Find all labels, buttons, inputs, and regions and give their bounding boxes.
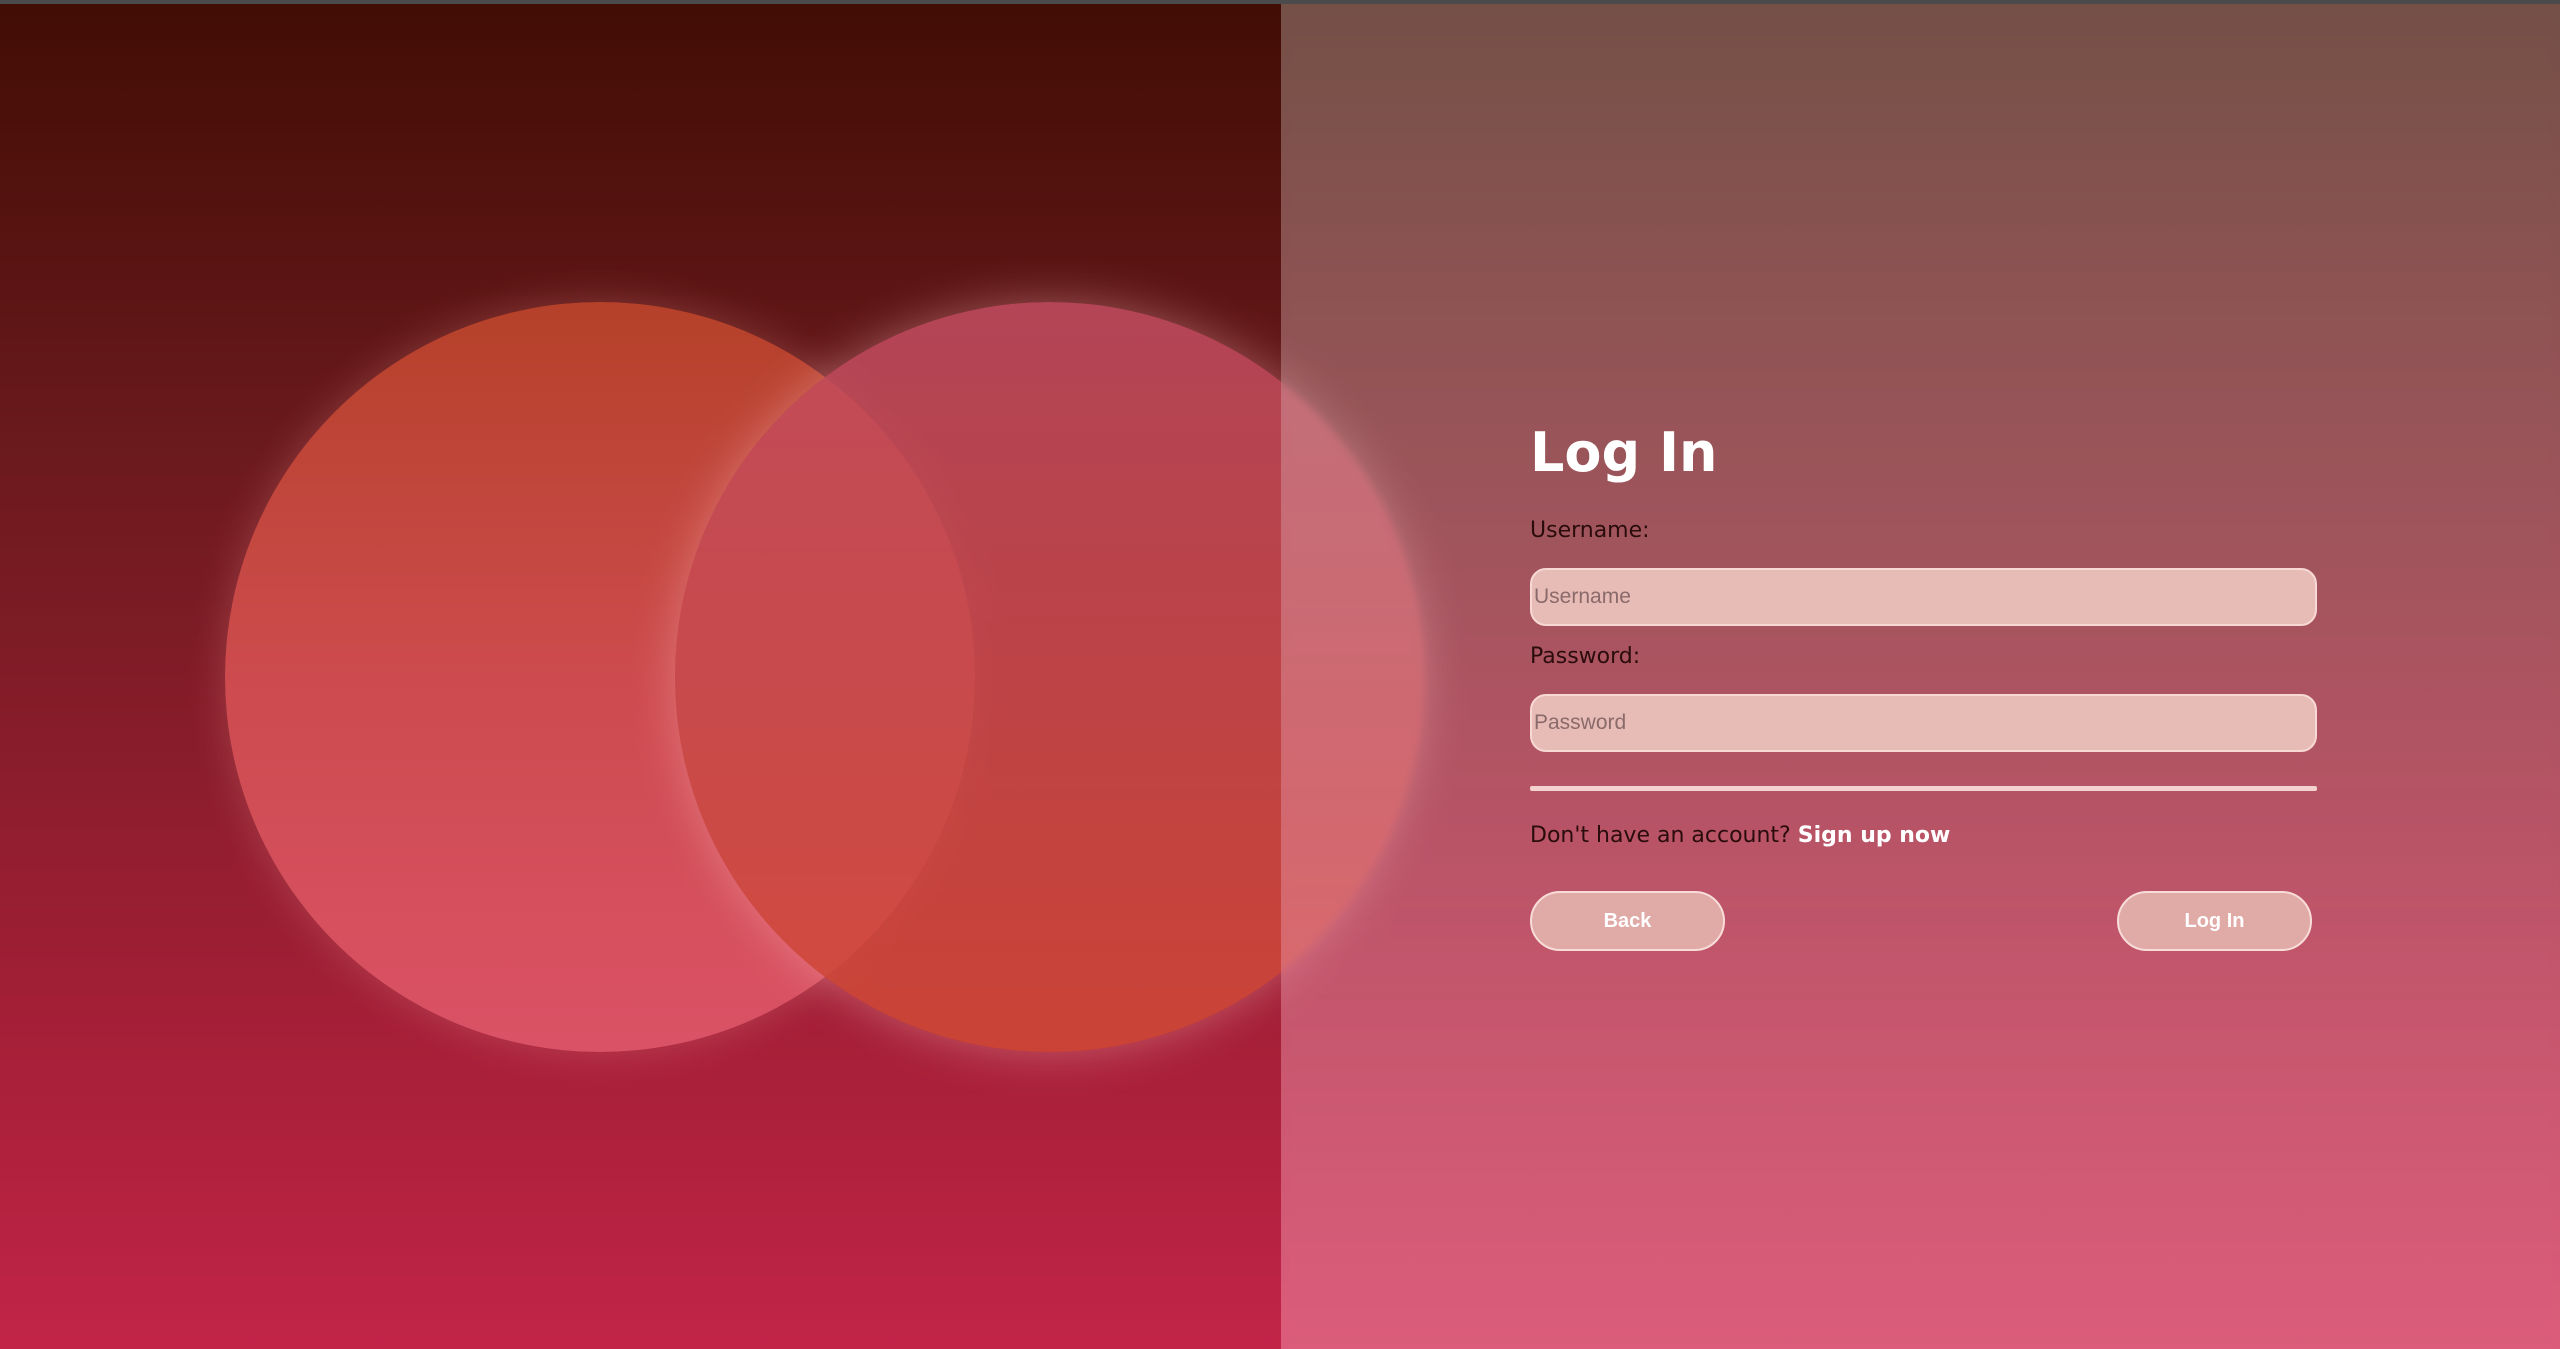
signup-prompt: Don't have an account? (1530, 823, 1791, 848)
page-title: Log In (1530, 421, 1718, 484)
window-top-border (0, 0, 2560, 4)
signup-row: Don't have an account? Sign up now (1530, 821, 2317, 851)
back-button[interactable]: Back (1530, 891, 1725, 951)
button-row: Back Log In (1530, 891, 2317, 951)
signup-link[interactable]: Sign up now (1798, 823, 1951, 848)
form-divider (1530, 786, 2317, 791)
password-label: Password: (1530, 644, 1641, 669)
username-input[interactable] (1530, 568, 2317, 626)
password-input[interactable] (1530, 694, 2317, 752)
login-form: Log In Username: Password: Don't have an… (1530, 410, 2317, 951)
login-button[interactable]: Log In (2117, 891, 2312, 951)
username-label: Username: (1530, 518, 1650, 543)
